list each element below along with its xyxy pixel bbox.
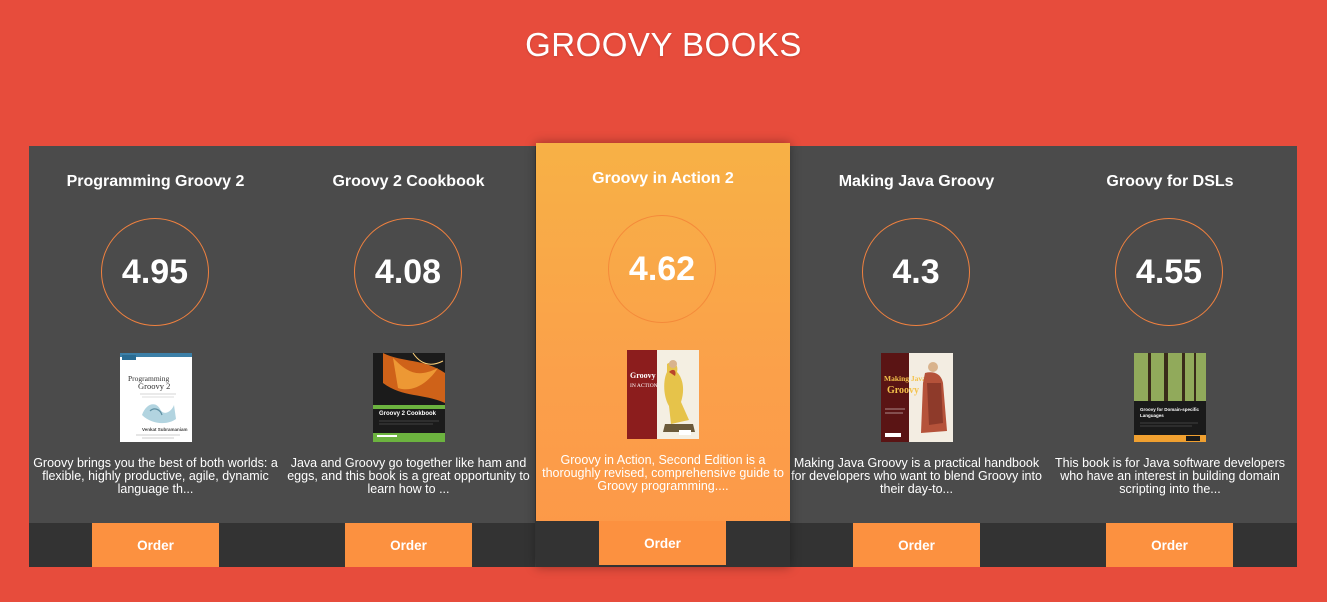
book-cards: Programming Groovy 2 4.95 Programming Gr… bbox=[29, 143, 1297, 567]
book-cover-image: Programming Groovy 2 Venkat Subramaniam bbox=[120, 353, 192, 442]
card-footer: Order bbox=[536, 521, 790, 567]
rating-value: 4.55 bbox=[1135, 252, 1203, 291]
cover-title-line: Making Java bbox=[884, 374, 926, 383]
rating-circle: 4.95 bbox=[101, 218, 209, 326]
order-button[interactable]: Order bbox=[92, 523, 219, 567]
order-button[interactable]: Order bbox=[853, 523, 980, 567]
book-title: Programming Groovy 2 bbox=[66, 173, 245, 190]
rating-circle: 4.08 bbox=[354, 218, 462, 326]
book-title: Groovy for DSLs bbox=[1106, 173, 1234, 190]
book-description: Groovy in Action, Second Edition is a th… bbox=[542, 453, 784, 493]
cover-title-line: Groovy 2 Cookbook bbox=[379, 411, 437, 417]
book-cover-image: Making Java Groovy bbox=[881, 353, 953, 442]
book-description: This book is for Java software developer… bbox=[1055, 456, 1285, 496]
book-description: Groovy brings you the best of both world… bbox=[33, 456, 278, 496]
cover-author: Venkat Subramaniam bbox=[142, 427, 188, 432]
rating-circle: 4.3 bbox=[862, 218, 970, 326]
book-card-making-java-groovy: Making Java Groovy 4.3 Making Java Groov… bbox=[790, 146, 1044, 567]
book-description: Java and Groovy go together like ham and… bbox=[287, 456, 530, 496]
rating-circle: 4.55 bbox=[1115, 218, 1223, 326]
card-footer: Order bbox=[1043, 523, 1297, 567]
book-cover-image: Groovy for Domain-specific Languages bbox=[1134, 353, 1206, 442]
card-footer: Order bbox=[29, 523, 282, 567]
rating-value: 4.95 bbox=[121, 252, 189, 291]
book-card-groovy-for-dsls: Groovy for DSLs 4.55 Groovy for Domain-s… bbox=[1043, 146, 1297, 567]
rating-value: 4.62 bbox=[628, 249, 696, 288]
cover-title-line: Groovy bbox=[630, 371, 656, 380]
book-cover-image: Groovy IN ACTION bbox=[627, 350, 699, 439]
rating-circle: 4.62 bbox=[608, 215, 716, 323]
book-card-groovy-in-action-2: Groovy in Action 2 4.62 Groovy IN ACTION… bbox=[536, 143, 790, 567]
cover-title-line: Languages bbox=[1140, 413, 1164, 418]
order-button[interactable]: Order bbox=[1106, 523, 1233, 567]
rating-value: 4.08 bbox=[374, 252, 442, 291]
book-description: Making Java Groovy is a practical handbo… bbox=[791, 456, 1042, 496]
book-title: Groovy in Action 2 bbox=[592, 170, 734, 187]
cover-title-line: Groovy 2 bbox=[138, 381, 170, 391]
book-title: Making Java Groovy bbox=[838, 173, 995, 190]
cover-title-line: Groovy for Domain-specific bbox=[1140, 407, 1200, 412]
card-footer: Order bbox=[282, 523, 535, 567]
order-button[interactable]: Order bbox=[345, 523, 472, 567]
cover-title-line: IN ACTION bbox=[630, 383, 658, 389]
order-button[interactable]: Order bbox=[599, 521, 726, 565]
card-footer: Order bbox=[790, 523, 1043, 567]
cover-title-line: Groovy bbox=[887, 385, 919, 396]
book-cover-image: Groovy 2 Cookbook bbox=[373, 353, 445, 442]
book-card-groovy-2-cookbook: Groovy 2 Cookbook 4.08 Groovy 2 Cookbook… bbox=[282, 146, 536, 567]
page-title: GROOVY BOOKS bbox=[525, 26, 802, 63]
book-title: Groovy 2 Cookbook bbox=[332, 173, 485, 190]
rating-value: 4.3 bbox=[892, 252, 940, 291]
book-card-programming-groovy-2: Programming Groovy 2 4.95 Programming Gr… bbox=[29, 146, 283, 567]
